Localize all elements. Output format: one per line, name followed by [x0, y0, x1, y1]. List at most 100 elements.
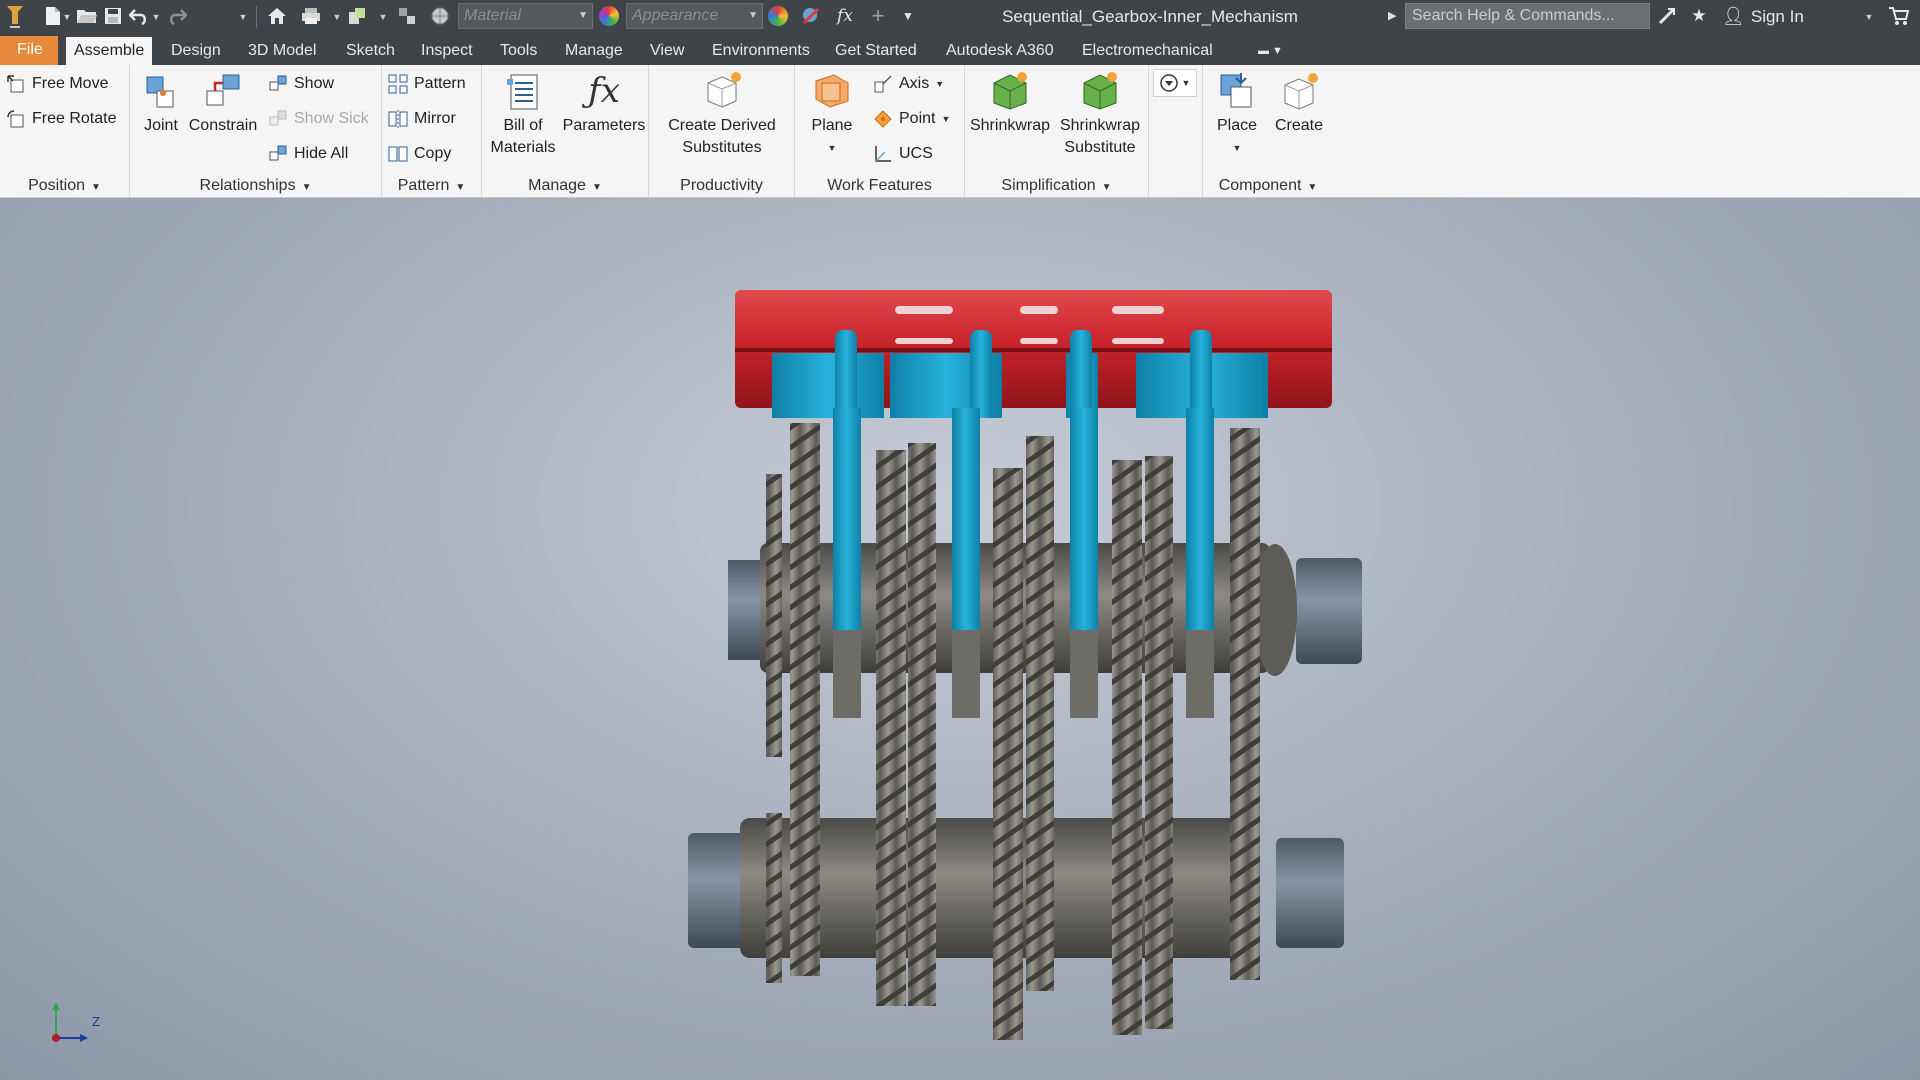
- print-icon[interactable]: [298, 4, 324, 28]
- new-dropdown-icon[interactable]: ▼: [62, 10, 72, 24]
- ucs-button[interactable]: UCS: [873, 141, 933, 167]
- appearance-icon[interactable]: [599, 6, 619, 26]
- panel-simplification-footer[interactable]: Simplification ▼: [965, 174, 1148, 198]
- create-derived-substitutes-icon: [707, 72, 741, 108]
- update-icon[interactable]: [344, 4, 370, 28]
- axis-icon: [874, 75, 892, 93]
- save-icon[interactable]: [100, 4, 126, 28]
- show-sick-button[interactable]: Show Sick: [268, 106, 369, 132]
- exchange-icon[interactable]: [1654, 4, 1680, 28]
- panel-manage-footer[interactable]: Manage ▼: [482, 174, 648, 198]
- panel-pattern-footer[interactable]: Pattern ▼: [382, 174, 481, 198]
- panel-position-footer[interactable]: Position ▼: [0, 174, 129, 198]
- pattern-label: Pattern: [414, 75, 466, 92]
- tab-manage[interactable]: Manage: [557, 37, 631, 65]
- panel-relationships: Joint Constrain Show Show Sick Hide All …: [130, 65, 382, 198]
- adjust-appearance-icon[interactable]: [768, 6, 788, 26]
- update-dropdown-icon[interactable]: ▼: [378, 10, 388, 24]
- tab-tools[interactable]: Tools: [492, 37, 545, 65]
- copy-button[interactable]: Copy: [388, 141, 451, 167]
- tab-view[interactable]: View: [642, 37, 692, 65]
- parameters-button[interactable]: ƒx Parameters: [562, 69, 646, 137]
- hide-all-icon: [269, 145, 287, 161]
- print-dropdown-icon[interactable]: ▼: [332, 10, 342, 24]
- joint-icon: [146, 76, 174, 108]
- appearance-placeholder: Appearance: [632, 7, 719, 24]
- shrinkwrap-substitute-button[interactable]: Shrinkwrap Substitute: [1053, 69, 1147, 159]
- place-icon: [1220, 73, 1252, 108]
- customize-icon[interactable]: ▼: [895, 4, 921, 28]
- search-expand-icon[interactable]: ▶: [1388, 9, 1398, 23]
- plus-icon[interactable]: +: [865, 3, 891, 28]
- tab-design[interactable]: Design: [163, 37, 229, 65]
- appearance-selector[interactable]: Appearance ▼: [626, 3, 763, 29]
- create-button[interactable]: Create: [1269, 69, 1329, 137]
- clear-override-icon[interactable]: [798, 4, 824, 28]
- create-derived-substitutes-button[interactable]: Create Derived Substitutes: [657, 69, 787, 159]
- chevron-down-icon: ▼: [578, 10, 588, 21]
- app-logo-icon[interactable]: [4, 2, 26, 32]
- ilogic-dropdown[interactable]: ▼: [1153, 69, 1197, 97]
- tab-file[interactable]: File: [0, 36, 58, 65]
- sign-in[interactable]: 👤︎ Sign In: [1722, 0, 1804, 33]
- tab-sketch[interactable]: Sketch: [338, 37, 403, 65]
- panel-component-label: Component: [1218, 177, 1302, 194]
- panel-relationships-footer[interactable]: Relationships ▼: [130, 174, 381, 198]
- bom-label-line1: Bill of: [503, 117, 543, 134]
- undo-dropdown-icon[interactable]: ▼: [151, 10, 161, 24]
- ucs-label: UCS: [899, 145, 933, 162]
- select-icon[interactable]: [394, 4, 420, 28]
- home-icon[interactable]: [264, 4, 290, 28]
- panel-productivity-label: Productivity: [680, 177, 763, 194]
- redo-dropdown-icon[interactable]: ▼: [238, 10, 248, 24]
- show-icon: [269, 75, 287, 91]
- point-button[interactable]: Point ▼: [873, 106, 950, 132]
- axis-button[interactable]: Axis ▼: [873, 71, 944, 97]
- panel-position: Free Move Free Rotate Position ▼: [0, 65, 130, 198]
- tab-inspect[interactable]: Inspect: [413, 37, 481, 65]
- tab-electromechanical[interactable]: Electromechanical: [1074, 37, 1221, 65]
- place-button[interactable]: Place ▼: [1207, 69, 1267, 159]
- open-icon[interactable]: [74, 4, 100, 28]
- plane-label: Plane: [811, 117, 853, 134]
- tab-get-started[interactable]: Get Started: [827, 37, 925, 65]
- fx-icon[interactable]: fx: [832, 4, 858, 28]
- shrinkwrap-button[interactable]: Shrinkwrap: [967, 69, 1053, 137]
- chevron-down-icon: ▼: [591, 182, 602, 193]
- tab-assemble[interactable]: Assemble: [66, 37, 153, 65]
- panel-pattern-label: Pattern: [397, 177, 450, 194]
- material-selector[interactable]: Material ▼: [458, 3, 593, 29]
- favorites-icon[interactable]: ★: [1686, 4, 1712, 28]
- panel-simplification: Shrinkwrap Shrinkwrap Substitute Simplif…: [965, 65, 1149, 198]
- ribbon-tab-bar: File Assemble Design 3D Model Sketch Ins…: [0, 33, 1920, 65]
- show-button[interactable]: Show: [268, 71, 334, 97]
- panel-work-features: Plane ▼ Axis ▼ Point ▼ UCS Work Features: [795, 65, 965, 198]
- tab-autodesk-a360[interactable]: Autodesk A360: [938, 37, 1062, 65]
- free-move-label: Free Move: [32, 75, 109, 92]
- bill-of-materials-button[interactable]: Bill of Materials: [486, 69, 560, 159]
- tab-3d-model[interactable]: 3D Model: [240, 37, 324, 65]
- globe-icon[interactable]: [427, 4, 453, 28]
- cart-icon[interactable]: [1886, 4, 1912, 28]
- constrain-button[interactable]: Constrain: [188, 69, 258, 137]
- shrinkwrap-substitute-icon: [1083, 72, 1117, 110]
- free-move-button[interactable]: Free Move: [6, 71, 108, 97]
- upper-shaft-end-right: [1296, 558, 1362, 664]
- ribbon-display-toggle-icon[interactable]: ▬ ▼: [1258, 45, 1298, 59]
- mirror-button[interactable]: Mirror: [388, 106, 456, 132]
- plane-button[interactable]: Plane ▼: [799, 69, 865, 159]
- hide-all-button[interactable]: Hide All: [268, 141, 348, 167]
- joint-button[interactable]: Joint: [136, 69, 186, 137]
- sign-in-dropdown-icon[interactable]: ▼: [1864, 10, 1874, 24]
- panel-work-features-footer: Work Features: [795, 174, 964, 198]
- search-input[interactable]: Search Help & Commands...: [1405, 3, 1650, 29]
- triad-z-label: Z: [92, 1014, 100, 1029]
- plane-icon: [815, 74, 849, 108]
- gearbox-model[interactable]: [0, 198, 1920, 1080]
- graphics-window[interactable]: Z: [0, 198, 1920, 1080]
- tab-environments[interactable]: Environments: [704, 37, 818, 65]
- panel-component-footer[interactable]: Component ▼: [1203, 174, 1333, 198]
- pattern-button[interactable]: Pattern: [388, 71, 466, 97]
- undo-icon[interactable]: [126, 4, 152, 28]
- free-rotate-button[interactable]: Free Rotate: [6, 106, 116, 132]
